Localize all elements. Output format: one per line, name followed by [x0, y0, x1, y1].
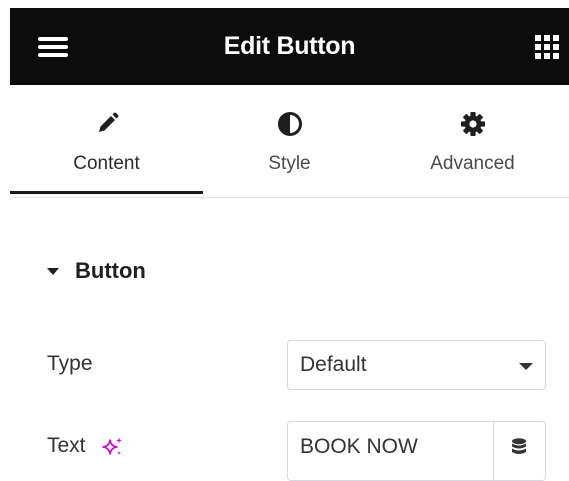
dynamic-tags-button[interactable] [493, 422, 545, 480]
type-select-value: Default [300, 353, 367, 376]
pencil-icon [98, 112, 118, 132]
database-icon [512, 438, 526, 454]
left-margin [0, 0, 10, 468]
tab-style[interactable]: Style [203, 85, 376, 197]
half-circle-contrast-icon [277, 112, 302, 136]
tab-content-label: Content [73, 153, 140, 174]
tab-advanced-label: Advanced [430, 153, 515, 174]
panel-title: Edit Button [223, 32, 356, 60]
grid-apps-icon[interactable] [535, 35, 559, 59]
type-label: Type [47, 352, 93, 375]
text-field [287, 421, 546, 481]
button-text-input[interactable] [300, 435, 490, 459]
panel-tabs: Content Style Advanced [10, 85, 569, 198]
tab-content[interactable]: Content [10, 85, 203, 197]
tab-advanced[interactable]: Advanced [376, 85, 569, 197]
gear-icon [460, 112, 485, 136]
sparkle-ai-icon[interactable] [102, 436, 124, 458]
type-select[interactable]: Default [287, 340, 546, 390]
caret-down-icon [47, 268, 59, 275]
text-label: Text [47, 434, 86, 457]
section-title: Button [75, 258, 146, 283]
chevron-down-icon [519, 363, 533, 370]
panel-header: Edit Button [10, 8, 569, 85]
tab-style-label: Style [268, 153, 311, 174]
active-tab-indicator [10, 191, 203, 194]
